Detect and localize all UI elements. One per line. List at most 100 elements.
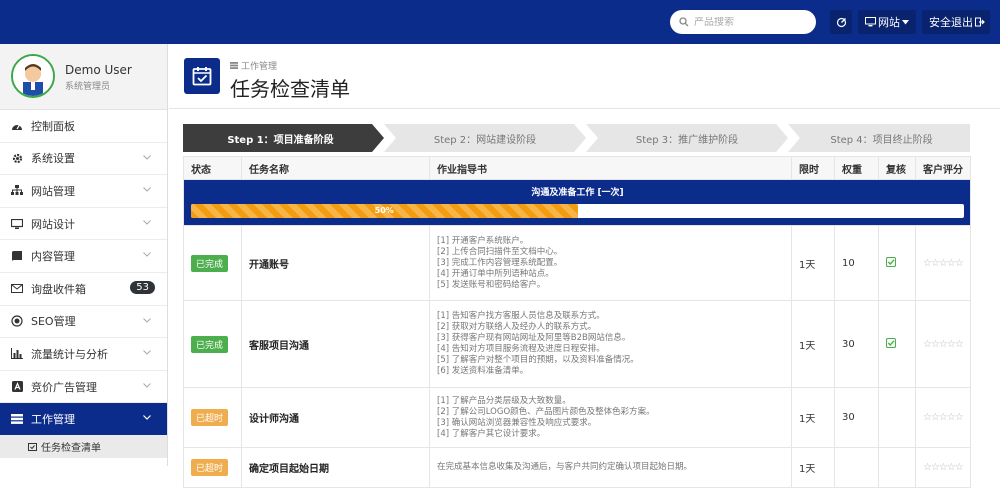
sitemap-icon bbox=[10, 184, 24, 198]
guide-list: [1] 了解产品分类层级及大致数量。 [2] 了解公司LOGO颜色、产品图片颜色及… bbox=[437, 396, 791, 440]
chevron-down-icon bbox=[143, 350, 151, 355]
sidebar-item-content-management[interactable]: 内容管理 bbox=[0, 240, 167, 273]
sidebar-item-label: 控制面板 bbox=[31, 119, 75, 133]
task-name[interactable]: 设计师沟通 bbox=[249, 414, 299, 425]
guide-line: [2] 获取对方联络人及经办人的联系方式。 bbox=[437, 322, 597, 332]
sidebar-item-ad-management[interactable]: 竞价广告管理 bbox=[0, 371, 167, 404]
guide-cell: [1] 告知客户找方客服人员信息及联系方式。 [2] 获取对方联络人及经办人的联系… bbox=[429, 300, 792, 388]
monitor-icon bbox=[10, 217, 24, 231]
product-search[interactable] bbox=[670, 10, 816, 34]
sidebar-item-traffic-analytics[interactable]: 流量统计与分析 bbox=[0, 338, 167, 371]
guide-line: [3] 确认网站浏览器兼容性及响应式要求。 bbox=[437, 417, 597, 428]
weight-cell bbox=[834, 447, 879, 488]
sidebar-item-label: 网站设计 bbox=[31, 217, 75, 231]
tools-button[interactable] bbox=[830, 10, 852, 34]
sidebar-item-inquiry-inbox[interactable]: 询盘收件箱 53 bbox=[0, 273, 167, 306]
bar-chart-icon bbox=[10, 347, 24, 361]
breadcrumb-text[interactable]: 工作管理 bbox=[241, 59, 277, 72]
sidebar-item-site-management[interactable]: 网站管理 bbox=[0, 175, 167, 208]
chevron-down-icon bbox=[143, 154, 151, 160]
col-rating: 客户评分 bbox=[915, 156, 971, 180]
site-label: 网站 bbox=[878, 16, 900, 29]
sidebar-item-label: 系统设置 bbox=[31, 152, 75, 166]
top-navbar: 网站 安全退出 bbox=[0, 0, 1000, 44]
sidebar-item-label: 网站管理 bbox=[31, 184, 75, 198]
sidebar-item-label: 工作管理 bbox=[31, 413, 75, 427]
page-icon bbox=[184, 58, 220, 94]
task-name-cell: 设计师沟通 bbox=[241, 387, 430, 448]
guide-line: [5] 了解客户对整个项目的预期，以及资料准备情况。 bbox=[437, 355, 639, 365]
guide-line: [1] 了解产品分类层级及大致数量。 bbox=[437, 395, 571, 406]
sidebar-item-system-settings[interactable]: 系统设置 bbox=[0, 143, 167, 176]
phase-cell: 沟通及准备工作 [一次] 50% bbox=[183, 179, 971, 226]
check-square-icon[interactable] bbox=[885, 256, 897, 267]
guide-line: [5] 发送账号和密码给客户。 bbox=[437, 279, 546, 290]
status-badge[interactable]: 已超时 bbox=[191, 409, 229, 426]
guide-line: [2] 上传合同扫描件至文档中心。 bbox=[437, 246, 563, 257]
rating-cell: ☆☆☆☆☆ bbox=[915, 387, 971, 448]
guide-line: [6] 发送资料准备清单。 bbox=[437, 366, 529, 376]
table-row: 已完成 开通账号 [1] 开通客户系统账户。 [2] 上传合同扫描件至文档中心。 [3]… bbox=[183, 225, 971, 301]
guide-list: [1] 开通客户系统账户。 [2] 上传合同扫描件至文档中心。 [3] 完成工作内容… bbox=[437, 236, 791, 291]
site-dropdown[interactable]: 网站 bbox=[858, 10, 916, 34]
guide-line: [1] 开通客户系统账户。 bbox=[437, 235, 529, 246]
star-rating[interactable]: ☆☆☆☆☆ bbox=[923, 462, 964, 473]
check-square-icon[interactable] bbox=[885, 337, 897, 348]
status-badge[interactable]: 已完成 bbox=[191, 335, 229, 353]
guide-line: 在完成基本信息收集及沟通后，与客户共同约定确认项目起始日期。 bbox=[437, 462, 693, 472]
star-rating[interactable]: ☆☆☆☆☆ bbox=[923, 412, 964, 423]
task-name-cell: 确定项目起始日期 bbox=[241, 447, 430, 488]
guide-cell: [1] 开通客户系统账户。 [2] 上传合同扫描件至文档中心。 [3] 完成工作内容… bbox=[429, 225, 792, 301]
task-name[interactable]: 客服项目沟通 bbox=[249, 341, 309, 352]
task-name[interactable]: 开通账号 bbox=[249, 260, 289, 271]
logout-button[interactable]: 安全退出 bbox=[922, 10, 990, 34]
status-badge[interactable]: 已超时 bbox=[191, 459, 229, 476]
col-task-name: 任务名称 bbox=[241, 156, 430, 180]
avatar[interactable] bbox=[11, 54, 55, 98]
status-cell: 已完成 bbox=[183, 300, 242, 388]
sign-out-icon bbox=[975, 17, 985, 27]
chevron-down-icon bbox=[143, 317, 151, 323]
phase-progress-bar: 50% bbox=[191, 204, 964, 218]
col-guide: 作业指导书 bbox=[429, 156, 792, 180]
stage-progress: Step 1：项目准备阶段 Step 2：网站建设阶段 Step 3：推广维护阶… bbox=[183, 124, 970, 152]
search-input[interactable] bbox=[694, 16, 804, 28]
phase-row: 沟通及准备工作 [一次] 50% bbox=[183, 179, 971, 226]
user-name: Demo User bbox=[65, 63, 132, 77]
status-badge[interactable]: 已完成 bbox=[191, 254, 229, 272]
sidebar-item-work-management[interactable]: 工作管理 bbox=[0, 403, 167, 436]
chevron-down-icon bbox=[143, 219, 151, 225]
phase-title: 沟通及准备工作 [一次] bbox=[531, 188, 624, 198]
calendar-check-icon bbox=[192, 67, 212, 86]
task-name-cell: 客服项目沟通 bbox=[241, 300, 430, 388]
guide-line: [4] 了解客户其它设计要求。 bbox=[437, 428, 546, 439]
calendar-check-icon bbox=[28, 443, 37, 452]
table-row: 已超时 确定项目起始日期 在完成基本信息收集及沟通后，与客户共同约定确认项目起始日期… bbox=[183, 447, 971, 488]
star-rating[interactable]: ☆☆☆☆☆ bbox=[923, 339, 964, 350]
sidebar-item-site-design[interactable]: 网站设计 bbox=[0, 208, 167, 241]
col-status: 状态 bbox=[183, 156, 242, 180]
guide-list: [1] 告知客户找方客服人员信息及联系方式。 [2] 获取对方联络人及经办人的联系… bbox=[437, 311, 791, 377]
star-rating[interactable]: ☆☆☆☆☆ bbox=[923, 258, 964, 269]
tasks-icon bbox=[230, 62, 238, 69]
weight-cell: 30 bbox=[834, 387, 879, 448]
sidebar-item-dashboard[interactable]: 控制面板 bbox=[0, 110, 167, 143]
sidebar-item-label: SEO管理 bbox=[31, 315, 76, 329]
chevron-down-icon bbox=[143, 382, 151, 388]
page-header: 工作管理 任务检查清单 bbox=[169, 44, 1000, 109]
chevron-down-icon bbox=[143, 252, 151, 258]
time-limit-cell: 1天 bbox=[791, 225, 835, 301]
guide-line: [1] 告知客户找方客服人员信息及联系方式。 bbox=[437, 311, 605, 321]
guide-list: 在完成基本信息收集及沟通后，与客户共同约定确认项目起始日期。 bbox=[437, 462, 791, 473]
weight-cell: 30 bbox=[834, 300, 879, 388]
weight-cell: 10 bbox=[834, 225, 879, 301]
main-content: 工作管理 任务检查清单 Step 1：项目准备阶段 Step 2：网站建设阶段 … bbox=[169, 44, 1000, 488]
sidebar-item-label: 内容管理 bbox=[31, 250, 75, 264]
time-limit-cell: 1天 bbox=[791, 447, 835, 488]
sidebar-item-seo[interactable]: SEO管理 bbox=[0, 306, 167, 339]
sidebar-subitem-task-checklist[interactable]: 任务检查清单 bbox=[0, 435, 167, 458]
guide-line: [2] 了解公司LOGO颜色、产品图片颜色及整体色彩方案。 bbox=[437, 406, 655, 417]
search-icon bbox=[679, 17, 689, 27]
envelope-icon bbox=[10, 282, 24, 296]
review-cell bbox=[878, 225, 916, 301]
